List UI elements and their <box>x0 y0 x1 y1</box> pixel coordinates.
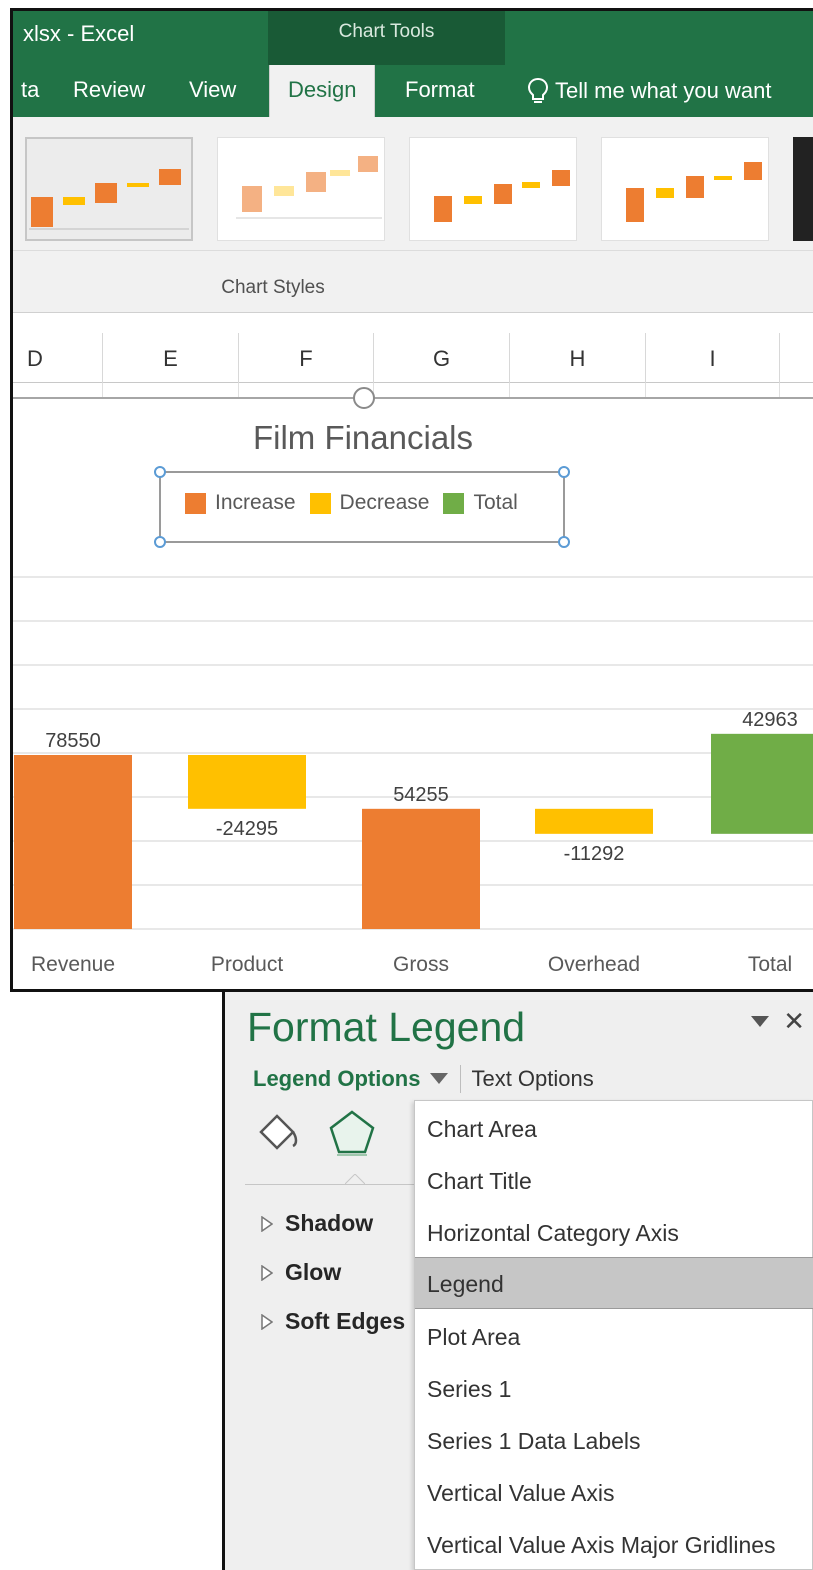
dropdown-item-vertical-value-axis-major-gridlines[interactable]: Vertical Value Axis Major Gridlines <box>415 1519 813 1570</box>
text-options-tab[interactable]: Text Options <box>471 1066 593 1092</box>
legend-swatch-total <box>443 492 465 514</box>
column-headers: D E F G H I <box>13 333 813 383</box>
title-bar: xlsx - Excel Chart Tools <box>13 11 813 65</box>
shadow-section[interactable]: Shadow <box>261 1210 373 1237</box>
category-label-gross[interactable]: Gross <box>393 953 449 976</box>
column-header-g[interactable]: G <box>374 333 510 383</box>
category-label-total[interactable]: Total <box>748 953 792 976</box>
dropdown-item-horizontal-category-axis[interactable]: Horizontal Category Axis <box>415 1207 813 1259</box>
chart-style-4-thumbnail[interactable] <box>601 137 769 241</box>
glow-section[interactable]: Glow <box>261 1259 341 1286</box>
chart-area[interactable]: 78550 Revenue -24295 Product 54255 Gross -1129… <box>13 387 813 989</box>
legend-options-label: Legend Options <box>253 1066 421 1091</box>
data-label-total[interactable]: 42963 <box>742 709 798 731</box>
category-label-revenue[interactable]: Revenue <box>31 953 115 976</box>
soft-edges-section[interactable]: Soft Edges <box>261 1308 405 1335</box>
pane-options-dropdown-icon[interactable] <box>751 1015 770 1028</box>
tab-review[interactable]: Review <box>73 65 145 117</box>
chart-tools-tab-group: Chart Tools <box>268 11 505 65</box>
dropdown-item-vertical-value-axis[interactable]: Vertical Value Axis <box>415 1467 813 1519</box>
legend-resize-handle[interactable] <box>154 466 166 478</box>
chart-style-3-thumbnail[interactable] <box>409 137 577 241</box>
legend-resize-handle[interactable] <box>154 536 166 548</box>
rotate-handle[interactable] <box>353 387 375 409</box>
close-icon[interactable]: ✕ <box>783 1006 805 1037</box>
tab-divider <box>460 1065 462 1093</box>
selected-icon-caret <box>345 1174 365 1185</box>
pane-tabs: Legend Options Text Options <box>253 1062 594 1096</box>
tab-data[interactable]: ta <box>21 65 39 117</box>
legend-entry-total[interactable]: Total <box>443 491 518 515</box>
window-title: xlsx - Excel <box>23 21 135 46</box>
bar-overhead[interactable] <box>535 808 653 834</box>
fill-line-icon[interactable] <box>253 1108 303 1158</box>
excel-window: xlsx - Excel Chart Tools ta Review View … <box>10 8 813 992</box>
legend-label-decrease: Decrease <box>339 491 430 514</box>
pane-controls: ✕ <box>751 1006 805 1037</box>
tell-me-box[interactable]: Tell me what you want <box>527 65 771 117</box>
pane-title: Format Legend <box>247 1004 526 1050</box>
dropdown-item-plot-area[interactable]: Plot Area <box>415 1311 813 1363</box>
screenshot-root: xlsx - Excel Chart Tools ta Review View … <box>0 0 813 1570</box>
legend-resize-handle[interactable] <box>558 466 570 478</box>
legend-swatch-decrease <box>309 492 331 514</box>
ribbon-separator <box>13 250 813 251</box>
lightbulb-icon <box>527 77 549 103</box>
legend-items: Increase Decrease Total <box>185 491 518 515</box>
soft-edges-label: Soft Edges <box>285 1308 406 1334</box>
legend-resize-handle[interactable] <box>558 536 570 548</box>
effects-icon[interactable] <box>327 1108 377 1158</box>
data-label-overhead[interactable]: -11292 <box>564 843 625 865</box>
dropdown-item-series-1[interactable]: Series 1 <box>415 1363 813 1415</box>
column-header-i[interactable]: I <box>646 333 780 383</box>
expand-triangle-icon <box>261 1313 273 1330</box>
legend-swatch-increase <box>185 492 206 514</box>
chart-style-1-thumbnail[interactable] <box>25 137 193 241</box>
column-header-e[interactable]: E <box>103 333 239 383</box>
tab-format[interactable]: Format <box>405 65 475 117</box>
dropdown-item-legend[interactable]: Legend <box>415 1257 813 1309</box>
glow-label: Glow <box>285 1259 342 1285</box>
shadow-label: Shadow <box>285 1210 374 1236</box>
tell-me-text: Tell me what you want <box>555 78 772 103</box>
chart-style-5-thumbnail[interactable] <box>793 137 813 241</box>
legend-entry-increase[interactable]: Increase <box>185 491 296 515</box>
category-label-product[interactable]: Product <box>211 953 284 976</box>
ribbon-body: Chart Styles <box>13 117 813 313</box>
data-label-product[interactable]: -24295 <box>216 818 278 840</box>
dropdown-item-series-1-data-labels[interactable]: Series 1 Data Labels <box>415 1415 813 1467</box>
tab-view[interactable]: View <box>189 65 236 117</box>
chevron-down-icon <box>430 1073 449 1084</box>
legend-options-tab[interactable]: Legend Options <box>253 1066 460 1092</box>
dropdown-item-chart-area[interactable]: Chart Area <box>415 1103 813 1155</box>
ribbon-tab-bar: ta Review View Design Format Tell me wha… <box>13 65 813 117</box>
chart-style-2-thumbnail[interactable] <box>217 137 385 241</box>
legend-label-total: Total <box>473 491 518 514</box>
bar-product[interactable] <box>188 755 306 809</box>
column-header-h[interactable]: H <box>510 333 646 383</box>
bar-gross[interactable] <box>362 808 480 929</box>
chart-element-dropdown: Chart Area Chart Title Horizontal Catego… <box>414 1100 813 1570</box>
bar-total[interactable] <box>711 733 813 834</box>
chart-title[interactable]: Film Financials <box>193 419 533 457</box>
chart-styles-group-label: Chart Styles <box>221 277 325 298</box>
data-label-revenue[interactable]: 78550 <box>45 730 101 752</box>
legend-entry-decrease[interactable]: Decrease <box>309 491 430 515</box>
dropdown-item-chart-title[interactable]: Chart Title <box>415 1155 813 1207</box>
chart-legend[interactable]: Increase Decrease Total <box>154 466 570 548</box>
expand-triangle-icon <box>261 1215 273 1232</box>
legend-label-increase: Increase <box>215 491 296 514</box>
column-header-d[interactable]: D <box>13 333 103 383</box>
data-label-gross[interactable]: 54255 <box>393 784 449 806</box>
bar-revenue[interactable] <box>14 755 132 929</box>
expand-triangle-icon <box>261 1264 273 1281</box>
column-header-f[interactable]: F <box>239 333 374 383</box>
tab-design[interactable]: Design <box>269 65 376 117</box>
category-label-overhead[interactable]: Overhead <box>548 953 640 976</box>
